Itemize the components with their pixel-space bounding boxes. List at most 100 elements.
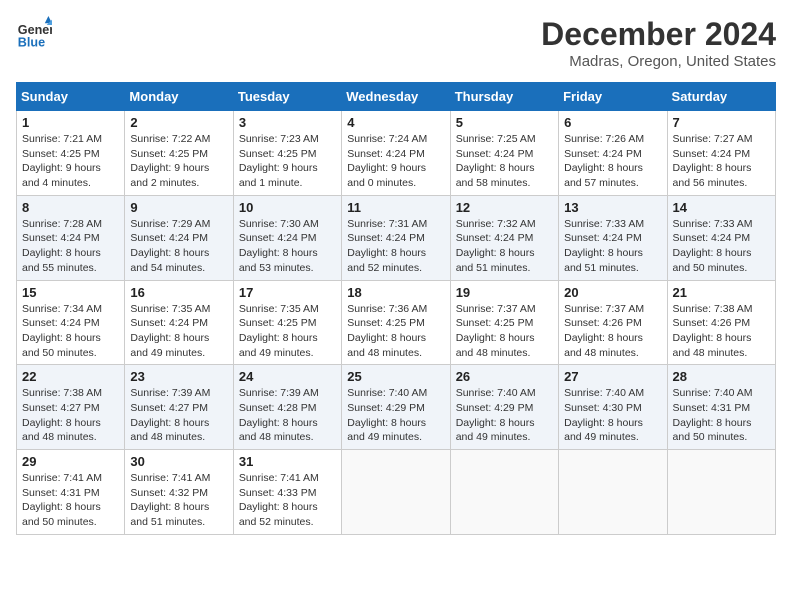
calendar-cell: 1 Sunrise: 7:21 AMSunset: 4:25 PMDaylight… — [17, 111, 125, 196]
day-number: 29 — [22, 454, 119, 469]
day-number: 1 — [22, 115, 119, 130]
day-detail: Sunrise: 7:39 AMSunset: 4:28 PMDaylight:… — [239, 386, 336, 445]
calendar-cell: 24 Sunrise: 7:39 AMSunset: 4:28 PMDayligh… — [233, 365, 341, 450]
day-number: 10 — [239, 200, 336, 215]
calendar-cell — [450, 450, 558, 535]
day-detail: Sunrise: 7:40 AMSunset: 4:31 PMDaylight:… — [673, 386, 770, 445]
calendar-week-row: 1 Sunrise: 7:21 AMSunset: 4:25 PMDaylight… — [17, 111, 776, 196]
day-number: 4 — [347, 115, 444, 130]
title-block: December 2024 Madras, Oregon, United Sta… — [541, 16, 776, 70]
calendar-cell: 7Sunrise: 7:27 AMSunset: 4:24 PMDaylight… — [667, 111, 775, 196]
weekday-header-cell: Monday — [125, 83, 233, 111]
day-detail: Sunrise: 7:22 AMSunset: 4:25 PMDaylight:… — [130, 132, 227, 191]
day-number: 9 — [130, 200, 227, 215]
day-number: 12 — [456, 200, 553, 215]
calendar-cell: 20 Sunrise: 7:37 AMSunset: 4:26 PMDayligh… — [559, 280, 667, 365]
calendar-week-row: 29 Sunrise: 7:41 AMSunset: 4:31 PMDayligh… — [17, 450, 776, 535]
weekday-header-cell: Saturday — [667, 83, 775, 111]
calendar-cell: 17Sunrise: 7:35 AMSunset: 4:25 PMDayligh… — [233, 280, 341, 365]
day-number: 13 — [564, 200, 661, 215]
day-detail: Sunrise: 7:32 AMSunset: 4:24 PMDaylight:… — [456, 217, 553, 276]
day-detail: Sunrise: 7:27 AMSunset: 4:24 PMDaylight:… — [673, 132, 770, 191]
calendar-cell: 6 Sunrise: 7:26 AMSunset: 4:24 PMDaylight… — [559, 111, 667, 196]
day-number: 14 — [673, 200, 770, 215]
day-detail: Sunrise: 7:23 AMSunset: 4:25 PMDaylight:… — [239, 132, 336, 191]
calendar-cell — [559, 450, 667, 535]
day-detail: Sunrise: 7:33 AMSunset: 4:24 PMDaylight:… — [673, 217, 770, 276]
calendar-cell: 29 Sunrise: 7:41 AMSunset: 4:31 PMDayligh… — [17, 450, 125, 535]
calendar-week-row: 8 Sunrise: 7:28 AMSunset: 4:24 PMDaylight… — [17, 195, 776, 280]
calendar-cell: 18Sunrise: 7:36 AMSunset: 4:25 PMDayligh… — [342, 280, 450, 365]
day-detail: Sunrise: 7:31 AMSunset: 4:24 PMDaylight:… — [347, 217, 444, 276]
day-detail: Sunrise: 7:35 AMSunset: 4:24 PMDaylight:… — [130, 302, 227, 361]
day-number: 15 — [22, 285, 119, 300]
calendar-cell: 22Sunrise: 7:38 AMSunset: 4:27 PMDayligh… — [17, 365, 125, 450]
day-number: 8 — [22, 200, 119, 215]
day-number: 2 — [130, 115, 227, 130]
calendar-cell — [342, 450, 450, 535]
day-number: 6 — [564, 115, 661, 130]
calendar-cell: 3 Sunrise: 7:23 AMSunset: 4:25 PMDaylight… — [233, 111, 341, 196]
day-number: 21 — [673, 285, 770, 300]
day-number: 17 — [239, 285, 336, 300]
day-number: 25 — [347, 369, 444, 384]
day-detail: Sunrise: 7:37 AMSunset: 4:26 PMDaylight:… — [564, 302, 661, 361]
logo-icon: General Blue — [16, 16, 52, 52]
weekday-header-row: SundayMondayTuesdayWednesdayThursdayFrid… — [17, 83, 776, 111]
calendar-cell: 12 Sunrise: 7:32 AMSunset: 4:24 PMDayligh… — [450, 195, 558, 280]
calendar-cell: 25 Sunrise: 7:40 AMSunset: 4:29 PMDayligh… — [342, 365, 450, 450]
day-number: 31 — [239, 454, 336, 469]
calendar-cell: 26Sunrise: 7:40 AMSunset: 4:29 PMDayligh… — [450, 365, 558, 450]
day-detail: Sunrise: 7:40 AMSunset: 4:29 PMDaylight:… — [347, 386, 444, 445]
day-detail: Sunrise: 7:25 AMSunset: 4:24 PMDaylight:… — [456, 132, 553, 191]
day-number: 16 — [130, 285, 227, 300]
calendar-week-row: 15 Sunrise: 7:34 AMSunset: 4:24 PMDayligh… — [17, 280, 776, 365]
day-number: 23 — [130, 369, 227, 384]
day-number: 27 — [564, 369, 661, 384]
day-number: 24 — [239, 369, 336, 384]
day-number: 19 — [456, 285, 553, 300]
calendar-table: SundayMondayTuesdayWednesdayThursdayFrid… — [16, 82, 776, 535]
day-number: 20 — [564, 285, 661, 300]
weekday-header-cell: Sunday — [17, 83, 125, 111]
calendar-cell: 15 Sunrise: 7:34 AMSunset: 4:24 PMDayligh… — [17, 280, 125, 365]
day-detail: Sunrise: 7:29 AMSunset: 4:24 PMDaylight:… — [130, 217, 227, 276]
day-detail: Sunrise: 7:34 AMSunset: 4:24 PMDaylight:… — [22, 302, 119, 361]
svg-text:Blue: Blue — [18, 36, 45, 50]
calendar-cell: 21 Sunrise: 7:38 AMSunset: 4:26 PMDayligh… — [667, 280, 775, 365]
day-detail: Sunrise: 7:41 AMSunset: 4:32 PMDaylight:… — [130, 471, 227, 530]
weekday-header-cell: Tuesday — [233, 83, 341, 111]
day-detail: Sunrise: 7:40 AMSunset: 4:29 PMDaylight:… — [456, 386, 553, 445]
calendar-cell: 23 Sunrise: 7:39 AMSunset: 4:27 PMDayligh… — [125, 365, 233, 450]
day-number: 3 — [239, 115, 336, 130]
calendar-cell: 14 Sunrise: 7:33 AMSunset: 4:24 PMDayligh… — [667, 195, 775, 280]
calendar-week-row: 22Sunrise: 7:38 AMSunset: 4:27 PMDayligh… — [17, 365, 776, 450]
calendar-body: 1 Sunrise: 7:21 AMSunset: 4:25 PMDaylight… — [17, 111, 776, 535]
day-detail: Sunrise: 7:38 AMSunset: 4:27 PMDaylight:… — [22, 386, 119, 445]
day-number: 30 — [130, 454, 227, 469]
calendar-cell: 19Sunrise: 7:37 AMSunset: 4:25 PMDayligh… — [450, 280, 558, 365]
logo: General Blue — [16, 16, 52, 52]
day-detail: Sunrise: 7:26 AMSunset: 4:24 PMDaylight:… — [564, 132, 661, 191]
day-detail: Sunrise: 7:28 AMSunset: 4:24 PMDaylight:… — [22, 217, 119, 276]
calendar-cell: 31 Sunrise: 7:41 AMSunset: 4:33 PMDayligh… — [233, 450, 341, 535]
calendar-cell — [667, 450, 775, 535]
day-number: 28 — [673, 369, 770, 384]
day-detail: Sunrise: 7:36 AMSunset: 4:25 PMDaylight:… — [347, 302, 444, 361]
calendar-cell: 4 Sunrise: 7:24 AMSunset: 4:24 PMDaylight… — [342, 111, 450, 196]
page-header: General Blue December 2024 Madras, Orego… — [16, 16, 776, 70]
day-detail: Sunrise: 7:41 AMSunset: 4:33 PMDaylight:… — [239, 471, 336, 530]
calendar-cell: 13 Sunrise: 7:33 AMSunset: 4:24 PMDayligh… — [559, 195, 667, 280]
day-detail: Sunrise: 7:21 AMSunset: 4:25 PMDaylight:… — [22, 132, 119, 191]
calendar-cell: 28 Sunrise: 7:40 AMSunset: 4:31 PMDayligh… — [667, 365, 775, 450]
day-detail: Sunrise: 7:38 AMSunset: 4:26 PMDaylight:… — [673, 302, 770, 361]
weekday-header-cell: Friday — [559, 83, 667, 111]
calendar-cell: 27 Sunrise: 7:40 AMSunset: 4:30 PMDayligh… — [559, 365, 667, 450]
day-detail: Sunrise: 7:41 AMSunset: 4:31 PMDaylight:… — [22, 471, 119, 530]
day-detail: Sunrise: 7:24 AMSunset: 4:24 PMDaylight:… — [347, 132, 444, 191]
day-detail: Sunrise: 7:33 AMSunset: 4:24 PMDaylight:… — [564, 217, 661, 276]
day-detail: Sunrise: 7:39 AMSunset: 4:27 PMDaylight:… — [130, 386, 227, 445]
weekday-header-cell: Thursday — [450, 83, 558, 111]
calendar-cell: 9 Sunrise: 7:29 AMSunset: 4:24 PMDaylight… — [125, 195, 233, 280]
day-detail: Sunrise: 7:40 AMSunset: 4:30 PMDaylight:… — [564, 386, 661, 445]
